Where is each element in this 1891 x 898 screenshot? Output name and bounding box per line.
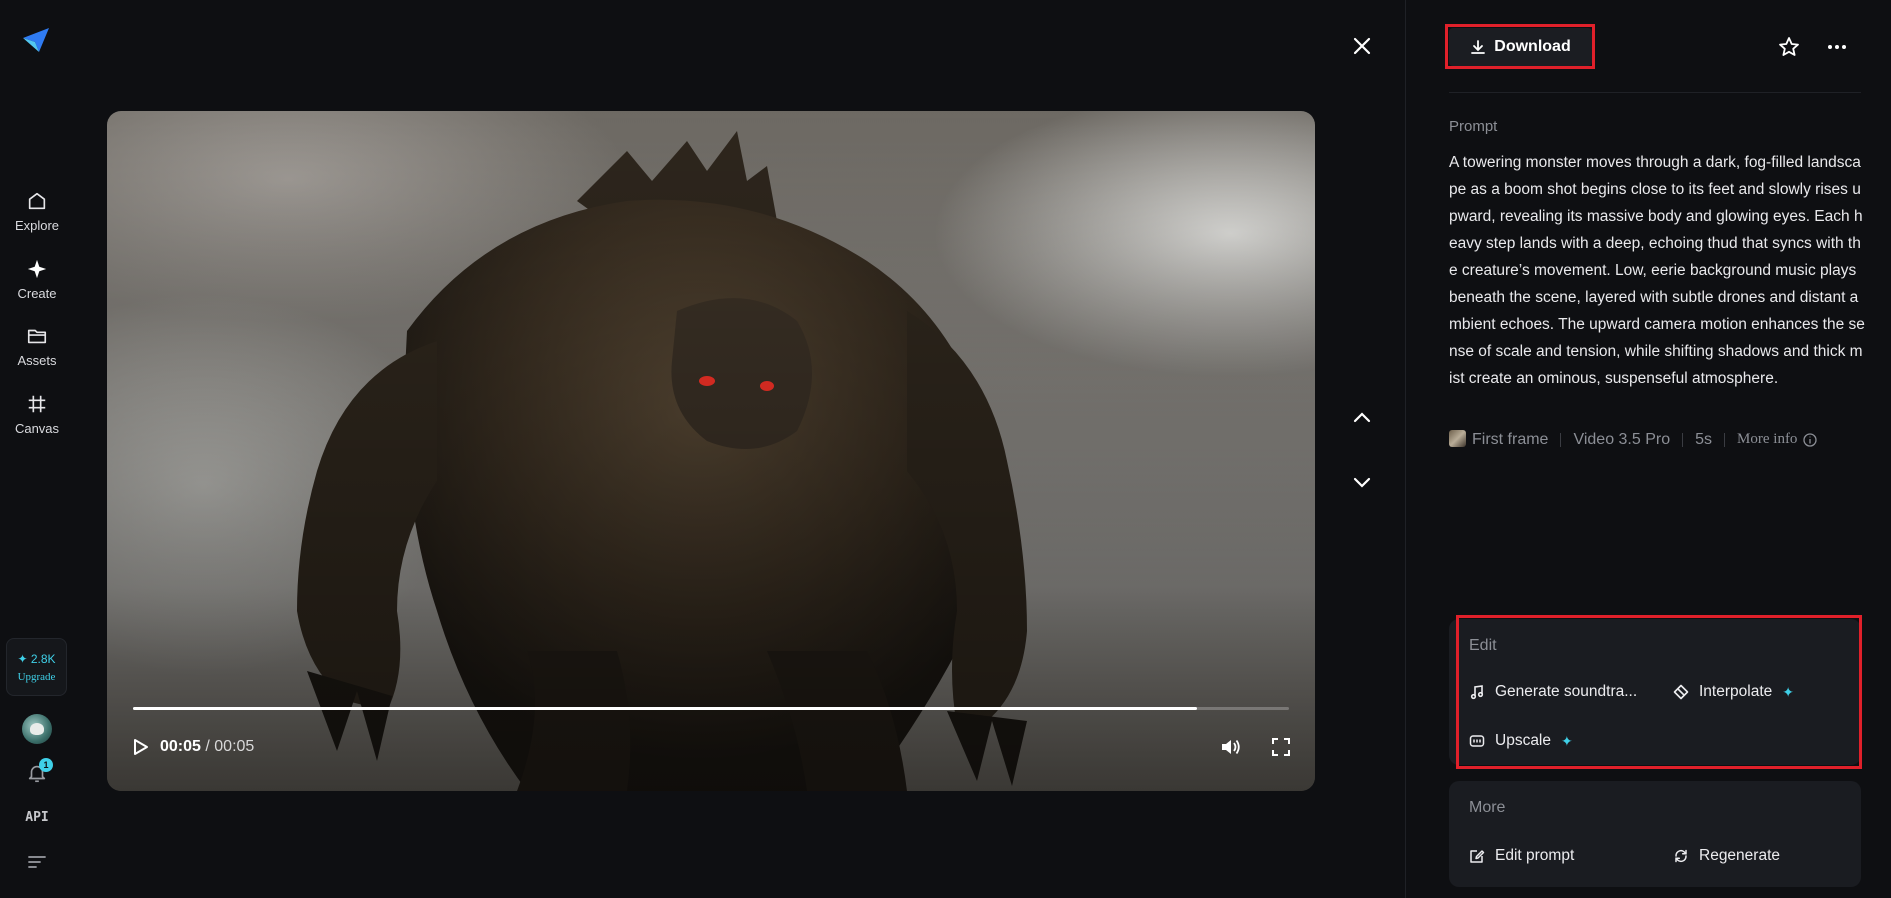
video-player[interactable]: 00:05 / 00:05 [107,111,1315,791]
edit-prompt-button[interactable]: Edit prompt [1469,847,1574,865]
sidebar-item-canvas[interactable]: Canvas [0,393,74,436]
meta-separator [1560,432,1562,447]
interpolate-button[interactable]: Interpolate ✦ [1673,683,1794,701]
first-frame-tag[interactable]: First frame [1449,430,1548,449]
edit-prompt-label: Edit prompt [1495,847,1575,864]
info-icon [1803,432,1818,447]
menu-icon[interactable] [28,855,46,869]
generate-soundtrack-button[interactable]: Generate soundtra... [1469,683,1637,701]
current-time: 00:05 [160,738,201,755]
sidebar-item-label: Explore [14,218,60,233]
chevron-down-icon[interactable] [1351,471,1373,493]
sidebar-item-label: Canvas [14,421,60,436]
download-button[interactable]: Download [1449,28,1592,66]
music-note-icon [1470,685,1484,700]
credit-balance: ✦ 2.8K [17,651,56,666]
more-info-link[interactable]: More info [1737,431,1818,448]
header-divider [1449,92,1861,93]
regenerate-button[interactable]: Regenerate [1673,847,1780,865]
paper-plane-logo[interactable] [20,24,52,56]
sidebar: Explore Create Assets Canvas ✦ 2.8K Upgr… [0,0,74,898]
prompt-text: A towering monster moves through a dark,… [1449,154,1865,387]
play-icon[interactable] [131,738,149,756]
meta-separator [1682,432,1684,447]
generation-meta: First frame Video 3.5 Pro 5s More info [1449,430,1818,449]
edit-card: Edit Generate soundtra... Interpolate ✦ … [1449,619,1861,765]
upscale-button[interactable]: Upscale ✦ [1469,732,1573,750]
more-info-label: More info [1737,431,1798,447]
sparkle-icon [27,259,47,279]
download-label: Download [1494,38,1571,55]
volume-icon[interactable] [1220,737,1242,757]
interpolate-icon [1673,684,1689,700]
premium-sparkle-icon: ✦ [1782,683,1794,700]
edit-prompt-icon [1470,850,1485,863]
upscale-label: Upscale [1495,732,1551,749]
star-icon[interactable] [1777,35,1801,59]
sidebar-item-label: Create [17,286,57,301]
model-name: Video 3.5 Pro [1573,430,1671,448]
video-progress-fill [133,707,1197,710]
first-frame-thumbnail [1449,430,1466,447]
interpolate-label: Interpolate [1699,683,1773,700]
more-options-icon[interactable] [1825,36,1849,58]
video-frame-image [107,111,1315,791]
folder-icon [27,329,47,344]
upscale-icon [1469,735,1485,747]
download-icon [1471,40,1486,54]
premium-sparkle-icon: ✦ [1561,732,1573,749]
upgrade-label: Upgrade [17,670,56,683]
duration: 5s [1695,430,1713,448]
api-link[interactable]: API [0,810,74,825]
total-time: / 00:05 [205,738,255,755]
sidebar-item-create[interactable]: Create [0,258,74,301]
prompt-label: Prompt [1449,118,1498,135]
video-progress-bar[interactable] [133,707,1289,710]
generate-soundtrack-label: Generate soundtra... [1495,683,1638,700]
edit-card-title: Edit [1469,637,1497,654]
regenerate-icon [1675,849,1687,863]
avatar[interactable] [22,714,52,744]
close-icon[interactable] [1350,34,1374,58]
canvas-icon [28,395,46,413]
more-card: More Edit prompt Regenerate [1449,781,1861,887]
chevron-up-icon[interactable] [1351,407,1373,429]
regenerate-label: Regenerate [1699,847,1781,864]
sidebar-item-explore[interactable]: Explore [0,190,74,233]
sidebar-item-label: Assets [17,353,57,368]
panel-divider [1405,0,1406,898]
first-frame-label: First frame [1472,431,1549,448]
more-card-title: More [1469,799,1506,816]
sidebar-item-assets[interactable]: Assets [0,325,74,368]
meta-separator [1724,432,1726,447]
notification-badge: 1 [39,758,53,772]
home-icon [28,192,46,210]
credits-upgrade-button[interactable]: ✦ 2.8K Upgrade [6,638,67,696]
fullscreen-icon[interactable] [1272,738,1290,756]
time-display: 00:05 / 00:05 [160,738,254,756]
